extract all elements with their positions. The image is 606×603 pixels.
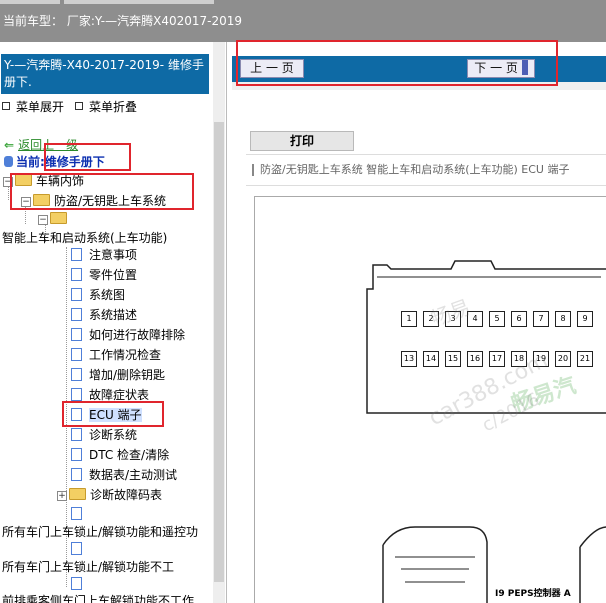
- document-icon: [71, 542, 82, 555]
- tree-leaf[interactable]: DTC 检查/清除: [71, 446, 169, 464]
- document-icon: [71, 428, 82, 441]
- tree-leaf[interactable]: 如何进行故障排除: [71, 326, 185, 344]
- person-icon: [4, 156, 13, 167]
- folder-icon: [50, 212, 67, 224]
- tree-leaf[interactable]: 系统图: [71, 286, 125, 304]
- connector-pin: 14: [423, 351, 439, 367]
- title-bar: 当前车型： 厂家:Y-—汽奔腾X402017-2019: [0, 0, 606, 42]
- connector-pin: 13: [401, 351, 417, 367]
- connector-pin: 5: [489, 311, 505, 327]
- connector-diagram: 1 2 3 4 5 6 7 8 9 13 14 15 16 17 18 19 2…: [254, 196, 606, 603]
- tree-leaf[interactable]: 工作情况检查: [71, 346, 161, 364]
- connector-pin: 21: [577, 351, 593, 367]
- document-icon: [71, 388, 82, 401]
- connector-caption: I9 PEPS控制器 A: [495, 589, 571, 599]
- collapse-toggle-icon[interactable]: −: [38, 215, 48, 225]
- document-breadcrumb-title: 防盗/无钥匙上车系统 智能上车和启动系统(上车功能) ECU 端子: [246, 154, 606, 186]
- tree-leaf[interactable]: 增加/删除钥匙: [71, 366, 165, 384]
- connector-pin: 9: [577, 311, 593, 327]
- tree-leaf[interactable]: [71, 575, 89, 593]
- connector-pin: 16: [467, 351, 483, 367]
- document-icon: [71, 507, 82, 520]
- left-scrollbar[interactable]: [213, 42, 225, 603]
- print-button[interactable]: 打印: [250, 131, 354, 151]
- menu-collapse-button[interactable]: 菜单折叠: [75, 98, 137, 115]
- expand-toggle-icon[interactable]: +: [57, 491, 67, 501]
- document-icon: [71, 248, 82, 261]
- current-model-label: 当前车型： 厂家:Y-—汽奔腾X402017-2019: [3, 14, 242, 28]
- expand-icon: [2, 102, 10, 110]
- tree-node-folder[interactable]: −: [38, 210, 71, 228]
- document-icon: [71, 448, 82, 461]
- connector-pin: 8: [555, 311, 571, 327]
- scrollbar-thumb[interactable]: [214, 122, 224, 582]
- annotation-box: [236, 40, 558, 86]
- back-arrow-icon: ⇐: [4, 138, 15, 152]
- document-icon: [71, 468, 82, 481]
- tree-leaf[interactable]: 系统描述: [71, 306, 137, 324]
- tree-leaf[interactable]: 诊断系统: [71, 426, 137, 444]
- content-panel: 上 一 页 下 一 页 打印 防盗/无钥匙上车系统 智能上车和启动系统(上车功能…: [228, 42, 606, 603]
- document-icon: [71, 288, 82, 301]
- document-icon: [71, 308, 82, 321]
- tree-leaf[interactable]: 所有车门上车锁止/解锁功能不工: [2, 558, 174, 576]
- tree-leaf[interactable]: 所有车门上车锁止/解锁功能和遥控功: [2, 523, 198, 541]
- document-icon: [71, 368, 82, 381]
- document-icon: [71, 348, 82, 361]
- title-bar-marker: [252, 164, 254, 176]
- annotation-box: [44, 143, 131, 171]
- document-icon: [71, 268, 82, 281]
- menu-expand-button[interactable]: 菜单展开: [2, 98, 64, 115]
- connector-pin: 15: [445, 351, 461, 367]
- document-icon: [71, 577, 82, 590]
- tree-leaf[interactable]: [71, 540, 89, 558]
- connector-pin: 1: [401, 311, 417, 327]
- tree-leaf[interactable]: 数据表/主动测试: [71, 466, 177, 484]
- manual-title-header: Y-—汽奔腾-X40-2017-2019- 维修手册下.: [1, 54, 209, 94]
- folder-icon: [69, 488, 86, 500]
- connector-pin: 7: [533, 311, 549, 327]
- tree-node-smart-entry[interactable]: 智能上车和启动系统(上车功能): [2, 229, 167, 247]
- left-panel: Y-—汽奔腾-X40-2017-2019- 维修手册下. 菜单展开 菜单折叠 ⇐…: [0, 42, 227, 603]
- collapse-icon: [75, 102, 83, 110]
- tree-node-dtc-table[interactable]: + 诊断故障码表: [57, 486, 162, 504]
- connector-pin: 6: [511, 311, 527, 327]
- tab-strip: [0, 0, 60, 4]
- document-icon: [71, 328, 82, 341]
- annotation-box: [10, 173, 194, 210]
- connector-pin: 17: [489, 351, 505, 367]
- tree-leaf[interactable]: 零件位置: [71, 266, 137, 284]
- tree-leaf[interactable]: 前排乘客侧车门上车解锁功能不工作: [2, 592, 194, 603]
- annotation-box: [62, 401, 164, 427]
- tree-leaf[interactable]: 注意事项: [71, 246, 137, 264]
- connector-pin: 20: [555, 351, 571, 367]
- tab-strip: [64, 0, 214, 4]
- tree-leaf[interactable]: [71, 505, 89, 523]
